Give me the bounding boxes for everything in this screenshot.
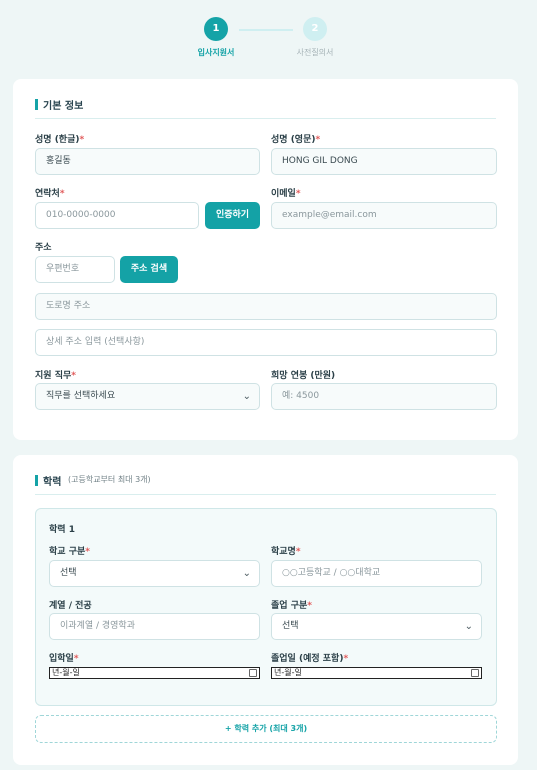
- name-kr-label-text: 성명 (한글): [35, 135, 80, 145]
- email-input[interactable]: example@email.com: [271, 202, 497, 229]
- education-title: 학력: [43, 477, 62, 488]
- chevron-down-icon: ⌄: [464, 621, 473, 632]
- salary-label: 희망 연봉 (만원): [271, 371, 336, 381]
- entry-date-label-text: 입학일: [49, 654, 74, 664]
- salary-input[interactable]: 예: 4500: [271, 383, 497, 410]
- name-en-label: 성명 (영문)*: [271, 132, 320, 145]
- detail-address-input[interactable]: 상세 주소 입력 (선택사항): [35, 329, 497, 356]
- step-1: 1 입사지원서: [176, 17, 256, 58]
- phone-label-text: 연락처: [35, 189, 60, 199]
- verify-phone-button[interactable]: 인증하기: [205, 202, 260, 229]
- required-mark: *: [73, 654, 79, 664]
- calendar-icon[interactable]: [471, 669, 479, 677]
- step-2-label: 사전질의서: [296, 48, 334, 57]
- basic-info-card: 기본 정보 성명 (한글)* 홍길동 성명 (영문)* HONG GIL DON…: [13, 79, 518, 440]
- required-mark: *: [343, 654, 349, 664]
- chevron-down-icon: ⌄: [242, 391, 251, 402]
- address-search-button[interactable]: 주소 검색: [120, 256, 178, 283]
- phone-label: 연락처*: [35, 186, 65, 199]
- name-kr-input[interactable]: 홍길동: [35, 148, 260, 175]
- job-label: 지원 직무*: [35, 368, 76, 381]
- education-header: 학력 (고등학교부터 최대 3개): [35, 472, 496, 495]
- grad-date-label-text: 졸업일 (예정 포함): [271, 654, 344, 664]
- basic-info-header: 기본 정보: [35, 96, 496, 119]
- grad-type-value: 선택: [282, 621, 299, 631]
- school-type-value: 선택: [60, 568, 77, 578]
- education-card: 학력 (고등학교부터 최대 3개) 학력 1 학교 구분* 선택 ⌄ 학교명* …: [13, 455, 518, 765]
- name-en-label-text: 성명 (영문): [271, 135, 316, 145]
- required-mark: *: [79, 135, 85, 145]
- job-select[interactable]: 직무를 선택하세요 ⌄: [35, 383, 260, 410]
- grad-type-label: 졸업 구분*: [271, 598, 312, 611]
- step-2-number: 2: [303, 17, 327, 41]
- road-address-input[interactable]: 도로명 주소: [35, 293, 497, 320]
- school-type-label-text: 학교 구분: [49, 547, 86, 557]
- required-mark: *: [85, 547, 90, 557]
- education-entry: 학력 1 학교 구분* 선택 ⌄ 학교명* ○○고등학교 / ○○대학교 계열 …: [35, 508, 497, 706]
- major-input[interactable]: 이과계열 / 경영학과: [49, 613, 260, 640]
- entry-date-input[interactable]: 년-월-일: [49, 667, 260, 679]
- section-accent-bar: [35, 475, 38, 486]
- email-label: 이메일*: [271, 186, 301, 199]
- job-select-value: 직무를 선택하세요: [46, 391, 116, 401]
- add-education-button[interactable]: + 학력 추가 (최대 3개): [35, 715, 497, 743]
- phone-input[interactable]: 010-0000-0000: [35, 202, 199, 229]
- required-mark: *: [307, 601, 312, 611]
- step-1-label: 입사지원서: [197, 48, 235, 57]
- required-mark: *: [295, 547, 301, 557]
- entry-date-value: 년-월-일: [52, 668, 80, 677]
- progress-stepper: 1 입사지원서 2 사전질의서: [0, 17, 537, 62]
- step-2: 2 사전질의서: [275, 17, 355, 58]
- calendar-icon[interactable]: [249, 669, 257, 677]
- required-mark: *: [59, 189, 65, 199]
- education-entry-title: 학력 1: [49, 525, 75, 535]
- grad-date-input[interactable]: 년-월-일: [271, 667, 482, 679]
- section-accent-bar: [35, 99, 38, 110]
- school-name-label: 학교명*: [271, 544, 301, 557]
- school-name-input[interactable]: ○○고등학교 / ○○대학교: [271, 560, 482, 587]
- entry-date-label: 입학일*: [49, 651, 79, 664]
- school-type-label: 학교 구분*: [49, 544, 90, 557]
- job-label-text: 지원 직무: [35, 371, 72, 381]
- basic-info-title: 기본 정보: [43, 101, 84, 112]
- grad-type-select[interactable]: 선택 ⌄: [271, 613, 482, 640]
- name-kr-label: 성명 (한글)*: [35, 132, 84, 145]
- email-label-text: 이메일: [271, 189, 296, 199]
- name-en-input[interactable]: HONG GIL DONG: [271, 148, 497, 175]
- required-mark: *: [295, 189, 301, 199]
- address-label: 주소: [35, 243, 52, 253]
- grad-type-label-text: 졸업 구분: [271, 601, 308, 611]
- grad-date-value: 년-월-일: [274, 668, 302, 677]
- required-mark: *: [71, 371, 76, 381]
- step-1-number: 1: [204, 17, 228, 41]
- school-type-select[interactable]: 선택 ⌄: [49, 560, 260, 587]
- zipcode-input[interactable]: 우편번호: [35, 256, 115, 283]
- major-label: 계열 / 전공: [49, 601, 92, 611]
- chevron-down-icon: ⌄: [242, 568, 251, 579]
- grad-date-label: 졸업일 (예정 포함)*: [271, 651, 348, 664]
- education-subtitle: (고등학교부터 최대 3개): [68, 475, 151, 484]
- required-mark: *: [315, 135, 321, 145]
- school-name-label-text: 학교명: [271, 547, 296, 557]
